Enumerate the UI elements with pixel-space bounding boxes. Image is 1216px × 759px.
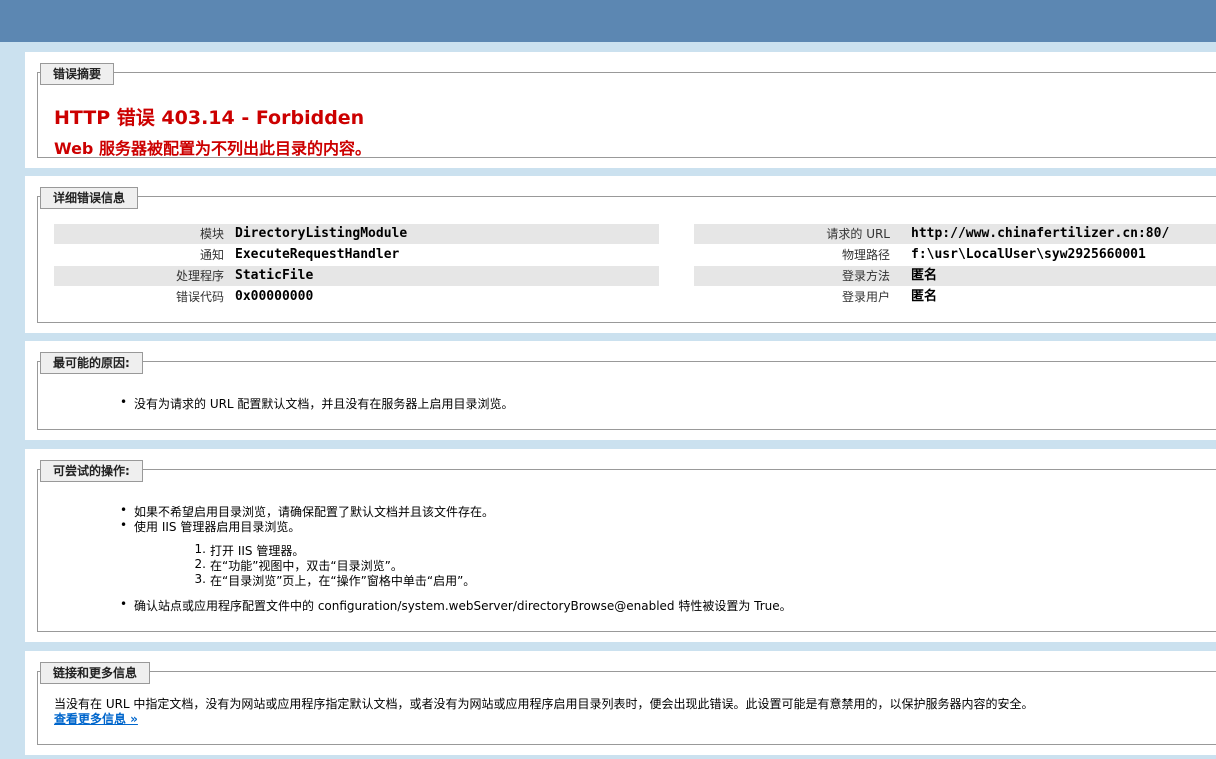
detail-value: 匿名 [911,268,938,283]
detail-value: DirectoryListingModule [235,226,408,241]
likely-causes-box: 最可能的原因: 没有为请求的 URL 配置默认文档，并且没有在服务器上启用目录浏… [37,352,1216,430]
action-item: 使用 IIS 管理器启用目录浏览。 [120,518,300,535]
step-number: 1. [194,542,206,556]
detailed-info-section: 详细错误信息 模块 DirectoryListingModule 通知 Exec… [25,176,1216,333]
detail-key: 登录方法 [841,269,890,283]
step-text: 在“目录浏览”页上，在“操作”窗格中单击“启用”。 [210,574,476,588]
detail-value: StaticFile [235,268,314,283]
detail-value: 匿名 [911,289,938,304]
error-summary-box: 错误摘要 HTTP 错误 403.14 - Forbidden Web 服务器被… [37,63,1216,158]
detail-row: 模块 DirectoryListingModule [54,224,659,244]
detail-key: 登录用户 [841,290,890,304]
detail-row: 错误代码 0x00000000 [54,287,659,307]
actions-section: 可尝试的操作: 如果不希望启用目录浏览，请确保配置了默认文档并且该文件存在。 使… [25,449,1216,642]
detail-key: 模块 [199,227,224,241]
detail-row: 物理路径 f:\usr\LocalUser\syw2925660001 [694,245,1216,265]
error-title: HTTP 错误 403.14 - Forbidden [54,107,365,129]
error-summary-legend: 错误摘要 [40,63,115,87]
detail-key: 请求的 URL [826,227,890,241]
detail-value: 0x00000000 [235,289,314,304]
detailed-info-box: 详细错误信息 模块 DirectoryListingModule 通知 Exec… [37,187,1216,323]
detail-row: 请求的 URL http://www.chinafertilizer.cn:80… [694,224,1216,244]
step-number: 3. [194,572,206,586]
step-item: 3. 在“目录浏览”页上，在“操作”窗格中单击“启用”。 [195,572,476,589]
error-subtitle: Web 服务器被配置为不列出此目录的内容。 [54,139,371,158]
more-info-link[interactable]: 查看更多信息 » [54,710,138,727]
detail-key: 错误代码 [175,290,224,304]
detail-key: 物理路径 [841,248,890,262]
step-number: 2. [194,557,206,571]
actions-legend: 可尝试的操作: [40,460,143,484]
detail-key: 通知 [199,248,224,262]
likely-causes-legend: 最可能的原因: [40,352,143,376]
links-box: 链接和更多信息 当没有在 URL 中指定文档，没有为网站或应用程序指定默认文档，… [37,662,1216,745]
detail-value: f:\usr\LocalUser\syw2925660001 [911,247,1146,262]
actions-box: 可尝试的操作: 如果不希望启用目录浏览，请确保配置了默认文档并且该文件存在。 使… [37,460,1216,632]
step-text: 在“功能”视图中，双击“目录浏览”。 [210,559,403,573]
step-text: 打开 IIS 管理器。 [210,544,305,558]
detailed-info-legend: 详细错误信息 [40,187,139,211]
links-description: 当没有在 URL 中指定文档，没有为网站或应用程序指定默认文档，或者没有为网站或… [54,697,1034,711]
header-bar [0,0,1216,42]
detail-key: 处理程序 [175,269,224,283]
action-item: 确认站点或应用程序配置文件中的 configuration/system.web… [120,597,792,614]
detail-row: 通知 ExecuteRequestHandler [54,245,659,265]
detail-value: ExecuteRequestHandler [235,247,400,262]
detail-row: 处理程序 StaticFile [54,266,659,286]
links-section: 链接和更多信息 当没有在 URL 中指定文档，没有为网站或应用程序指定默认文档，… [25,651,1216,755]
detail-row: 登录用户 匿名 [694,287,1216,307]
detail-value: http://www.chinafertilizer.cn:80/ [911,226,1170,241]
links-legend: 链接和更多信息 [40,662,151,686]
likely-causes-section: 最可能的原因: 没有为请求的 URL 配置默认文档，并且没有在服务器上启用目录浏… [25,341,1216,440]
detail-row: 登录方法 匿名 [694,266,1216,286]
cause-item: 没有为请求的 URL 配置默认文档，并且没有在服务器上启用目录浏览。 [120,395,513,412]
error-summary-section: 错误摘要 HTTP 错误 403.14 - Forbidden Web 服务器被… [25,52,1216,168]
